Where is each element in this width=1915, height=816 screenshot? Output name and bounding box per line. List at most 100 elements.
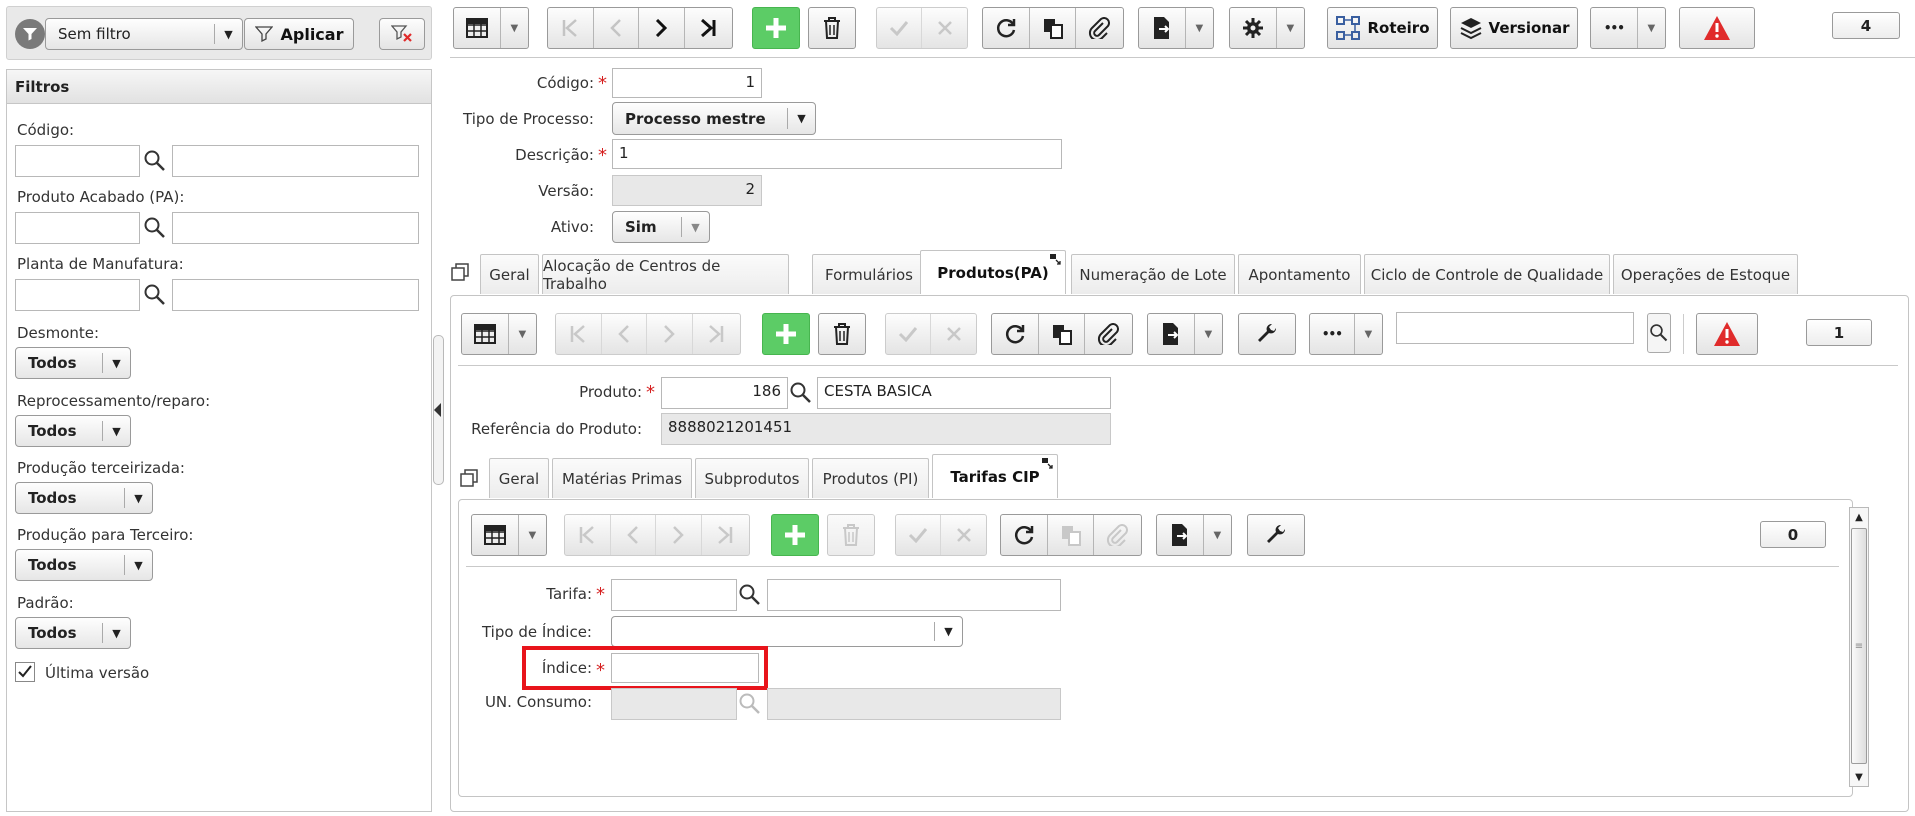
subtab-geral[interactable]: Geral xyxy=(489,458,549,498)
collapse-panel-arrow-icon[interactable] xyxy=(434,403,441,417)
previous-record-icon[interactable] xyxy=(611,515,657,555)
tipo-processo-select[interactable]: Processo mestre ▼ xyxy=(612,102,816,135)
filter-funnel-icon[interactable] xyxy=(15,19,45,49)
chevron-down-icon[interactable]: ▼ xyxy=(519,515,546,555)
chevron-down-icon[interactable]: ▼ xyxy=(501,8,528,48)
filter-codigo-desc-input[interactable] xyxy=(172,145,419,177)
versionar-button[interactable]: Versionar xyxy=(1450,7,1578,49)
filter-padrao-select[interactable]: Todos ▼ xyxy=(15,617,131,649)
cancel-x-icon[interactable] xyxy=(931,314,976,354)
chevron-down-icon[interactable]: ▼ xyxy=(1195,314,1222,354)
pa-tools-button[interactable] xyxy=(1238,313,1296,355)
grid-view-icon[interactable] xyxy=(472,515,519,555)
filter-produto-input[interactable] xyxy=(15,212,140,244)
clear-filter-button[interactable] xyxy=(379,18,425,50)
last-record-icon[interactable] xyxy=(702,515,749,555)
subtab-produtos-pi[interactable]: Produtos (PI) xyxy=(812,458,929,498)
pa-search-button[interactable] xyxy=(1647,313,1671,353)
first-record-icon[interactable] xyxy=(565,515,611,555)
cip-tools-button[interactable] xyxy=(1247,514,1305,556)
first-record-icon[interactable] xyxy=(556,314,602,354)
subtab-materias-primas[interactable]: Matérias Primas xyxy=(552,458,692,498)
confirm-check-icon[interactable] xyxy=(886,314,932,354)
copy-icon[interactable] xyxy=(1030,8,1076,48)
delete-record-button[interactable] xyxy=(808,7,856,49)
tab-numeracao-lote[interactable]: Numeração de Lote xyxy=(1071,254,1235,294)
pa-grid-view-split[interactable]: ▼ xyxy=(461,313,537,355)
cip-export-split[interactable]: ▼ xyxy=(1156,514,1232,556)
popout-icon[interactable] xyxy=(1041,457,1053,469)
more-dots-icon[interactable]: ••• xyxy=(1310,314,1355,354)
produto-code-input[interactable]: 186 xyxy=(661,377,788,409)
more-options-split[interactable]: ••• ▼ xyxy=(1590,7,1666,49)
search-icon[interactable] xyxy=(738,583,762,607)
confirm-check-icon[interactable] xyxy=(877,8,923,48)
scroll-thumb[interactable]: ≡ xyxy=(1851,528,1867,764)
copy-icon[interactable] xyxy=(1048,515,1094,555)
tipo-indice-select[interactable]: ▼ xyxy=(611,616,963,647)
tab-produtos-pa[interactable]: Produtos(PA) xyxy=(920,250,1066,294)
subtab-subprodutos[interactable]: Subprodutos xyxy=(695,458,809,498)
export-split[interactable]: ▼ xyxy=(1138,7,1214,49)
tab-ciclo-qualidade[interactable]: Ciclo de Controle de Qualidade xyxy=(1364,254,1610,294)
search-icon[interactable] xyxy=(143,216,167,240)
tab-operacoes-estoque[interactable]: Operações de Estoque xyxy=(1613,254,1798,294)
tab-formularios[interactable]: Formulários xyxy=(812,254,926,294)
pa-delete-button[interactable] xyxy=(818,313,866,355)
pa-alert-button[interactable] xyxy=(1696,313,1758,355)
confirm-check-icon[interactable] xyxy=(896,515,942,555)
grid-view-split[interactable]: ▼ xyxy=(453,7,529,49)
search-icon[interactable] xyxy=(143,149,167,173)
last-record-icon[interactable] xyxy=(685,8,732,48)
pa-export-split[interactable]: ▼ xyxy=(1147,313,1223,355)
attachment-icon[interactable] xyxy=(1076,8,1123,48)
export-document-icon[interactable] xyxy=(1139,8,1186,48)
cancel-x-icon[interactable] xyxy=(922,8,967,48)
more-dots-icon[interactable]: ••• xyxy=(1591,8,1638,48)
scroll-up-arrow-icon[interactable]: ▲ xyxy=(1850,508,1868,526)
ultima-versao-checkbox[interactable] xyxy=(15,662,35,682)
alert-button[interactable] xyxy=(1679,7,1755,49)
grid-view-icon[interactable] xyxy=(462,314,509,354)
next-record-icon[interactable] xyxy=(639,8,685,48)
attachment-icon[interactable] xyxy=(1085,314,1132,354)
pa-add-button[interactable] xyxy=(762,313,810,355)
export-document-icon[interactable] xyxy=(1148,314,1195,354)
first-record-icon[interactable] xyxy=(548,8,594,48)
refresh-icon[interactable] xyxy=(983,8,1031,48)
chevron-down-icon[interactable]: ▼ xyxy=(1355,314,1382,354)
cip-grid-view-split[interactable]: ▼ xyxy=(471,514,547,556)
pa-search-input[interactable] xyxy=(1396,312,1634,344)
filter-terceirizada-select[interactable]: Todos ▼ xyxy=(15,482,153,514)
produto-name-input[interactable]: CESTA BASICA xyxy=(817,377,1111,409)
detach-tabs-icon[interactable] xyxy=(460,469,478,487)
attachment-icon[interactable] xyxy=(1094,515,1141,555)
cip-delete-button[interactable] xyxy=(827,514,875,556)
last-record-icon[interactable] xyxy=(693,314,740,354)
subtab-tarifas-cip[interactable]: Tarifas CIP xyxy=(932,454,1058,498)
scroll-down-arrow-icon[interactable]: ▼ xyxy=(1850,768,1868,786)
next-record-icon[interactable] xyxy=(647,314,693,354)
previous-record-icon[interactable] xyxy=(602,314,648,354)
previous-record-icon[interactable] xyxy=(594,8,640,48)
filter-reprocess-select[interactable]: Todos ▼ xyxy=(15,415,131,447)
filter-desmonte-select[interactable]: Todos ▼ xyxy=(15,347,131,379)
refresh-icon[interactable] xyxy=(1001,515,1049,555)
chevron-down-icon[interactable]: ▼ xyxy=(1638,8,1665,48)
cancel-x-icon[interactable] xyxy=(941,515,986,555)
chevron-down-icon[interactable]: ▼ xyxy=(509,314,536,354)
tarifa-input[interactable] xyxy=(611,579,737,611)
tarifa-desc-input[interactable] xyxy=(767,579,1061,611)
search-icon[interactable] xyxy=(789,381,813,405)
chevron-down-icon[interactable]: ▼ xyxy=(1204,515,1231,555)
grid-view-icon[interactable] xyxy=(454,8,501,48)
tab-apontamento[interactable]: Apontamento xyxy=(1238,254,1361,294)
codigo-input[interactable]: 1 xyxy=(612,68,762,98)
roteiro-button[interactable]: Roteiro xyxy=(1327,7,1438,49)
filter-para-terceiro-select[interactable]: Todos ▼ xyxy=(15,549,153,581)
chevron-down-icon[interactable]: ▼ xyxy=(1186,8,1213,48)
gear-icon[interactable] xyxy=(1230,8,1277,48)
descricao-input[interactable]: 1 xyxy=(612,139,1062,169)
settings-split[interactable]: ▼ xyxy=(1229,7,1305,49)
filter-planta-input[interactable] xyxy=(15,279,140,311)
